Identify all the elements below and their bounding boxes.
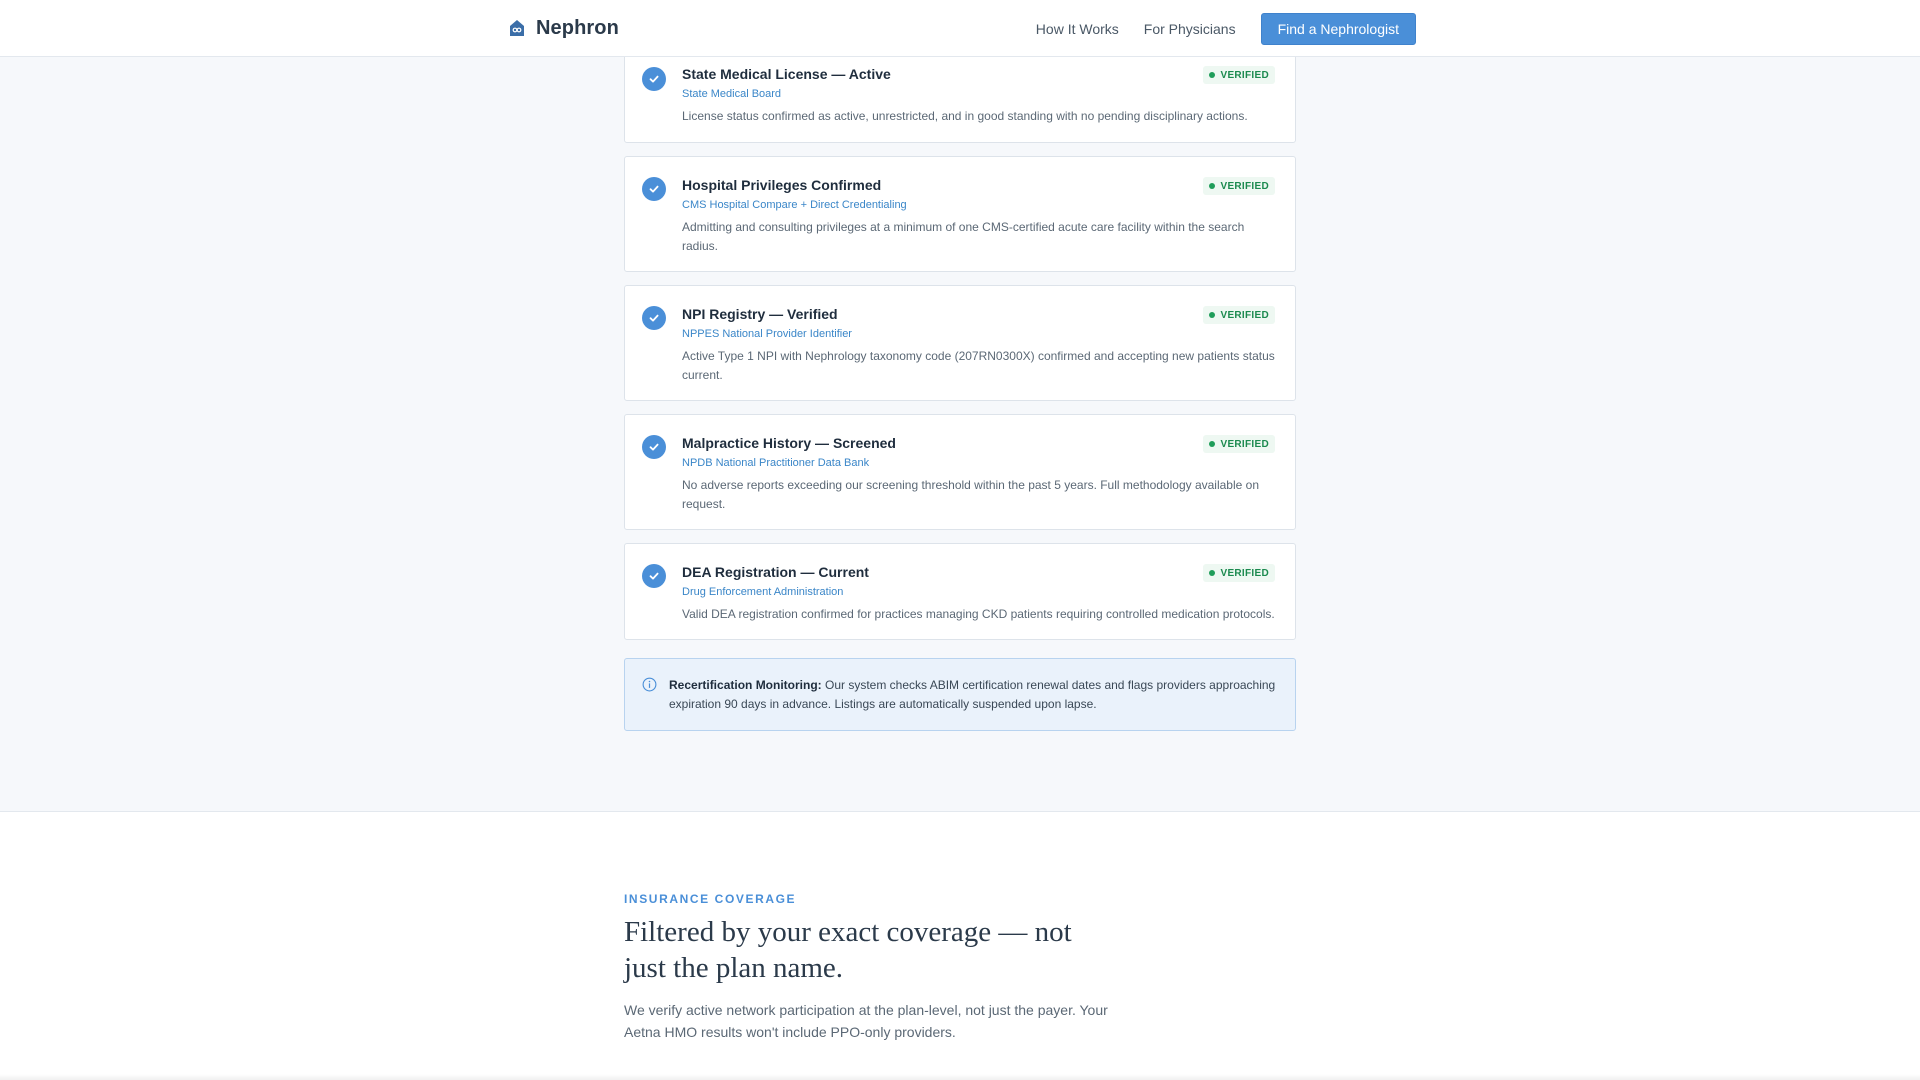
credential-title: DEA Registration — Current [682, 564, 869, 580]
credential-source: Drug Enforcement Administration [682, 586, 844, 598]
credential-source: CMS Hospital Compare + Direct Credential… [682, 199, 907, 211]
recertification-notice-label: Recertification Monitoring: [669, 678, 822, 692]
status-dot-icon [1209, 72, 1216, 78]
insurance-section: INSURANCE COVERAGE Filtered by your exac… [0, 812, 1920, 1080]
check-icon [642, 564, 666, 588]
verified-badge: VERIFIED [1203, 66, 1275, 84]
section-subtitle: We verify active network participation a… [624, 1002, 1108, 1040]
credential-title: State Medical License — Active [682, 66, 891, 82]
credential-card: Hospital Privileges Confirmed CMS Hospit… [624, 156, 1296, 272]
credential-title: Malpractice History — Screened [682, 435, 896, 451]
verified-badge-label: VERIFIED [1220, 180, 1269, 192]
credential-description: Active Type 1 NPI with Nephrology taxono… [682, 349, 1275, 382]
verified-badge-label: VERIFIED [1220, 567, 1269, 579]
nav-link-for-physicians[interactable]: For Physicians [1144, 21, 1236, 37]
check-icon [642, 177, 666, 201]
verified-badge: VERIFIED [1203, 564, 1275, 582]
kidney-logo-icon [510, 20, 524, 36]
credential-title: Hospital Privileges Confirmed [682, 177, 882, 193]
top-nav-bar: Nephron How It Works For Physicians Find… [0, 0, 1920, 57]
main-nav: How It Works For Physicians Find a Nephr… [1036, 13, 1416, 45]
credential-card: NPI Registry — Verified NPPES National P… [624, 285, 1296, 401]
status-dot-icon [1209, 570, 1216, 576]
check-icon [642, 67, 666, 91]
credential-description: Admitting and consulting privileges at a… [682, 220, 1245, 253]
scroll-edge-shadow [0, 1074, 1920, 1080]
status-dot-icon [1209, 312, 1216, 318]
verified-badge: VERIFIED [1203, 177, 1275, 195]
section-title: Filtered by your exact coverage — not ju… [624, 916, 1072, 984]
verified-badge-label: VERIFIED [1220, 69, 1269, 81]
verified-badge: VERIFIED [1203, 435, 1275, 453]
credential-source: State Medical Board [682, 88, 782, 100]
verified-badge-label: VERIFIED [1220, 309, 1269, 321]
check-icon [642, 435, 666, 459]
nav-link-how-it-works[interactable]: How It Works [1036, 21, 1119, 37]
section-eyebrow: INSURANCE COVERAGE [624, 892, 797, 906]
check-icon [642, 306, 666, 330]
credential-description: No adverse reports exceeding our screeni… [682, 478, 1259, 511]
info-icon [642, 677, 657, 692]
credential-title: NPI Registry — Verified [682, 306, 838, 322]
credential-list: State Medical License — Active State Med… [624, 40, 1296, 653]
credential-description: Valid DEA registration confirmed for pra… [682, 607, 1275, 621]
find-nephrologist-button[interactable]: Find a Nephrologist [1260, 13, 1416, 45]
credential-source: NPDB National Practitioner Data Bank [682, 457, 870, 469]
status-dot-icon [1209, 183, 1216, 189]
recertification-notice: Recertification Monitoring: Our system c… [624, 658, 1296, 731]
credential-source: NPPES National Provider Identifier [682, 328, 852, 340]
brand-logo[interactable]: Nephron [508, 14, 619, 42]
verified-badge-label: VERIFIED [1220, 438, 1269, 450]
status-dot-icon [1209, 441, 1216, 447]
credential-description: License status confirmed as active, unre… [682, 109, 1248, 123]
credential-card: DEA Registration — Current Drug Enforcem… [624, 543, 1296, 640]
credential-card: Malpractice History — Screened NPDB Nati… [624, 414, 1296, 530]
verified-badge: VERIFIED [1203, 306, 1275, 324]
brand-name: Nephron [536, 16, 619, 39]
recertification-notice-text: Recertification Monitoring: Our system c… [669, 676, 1277, 714]
